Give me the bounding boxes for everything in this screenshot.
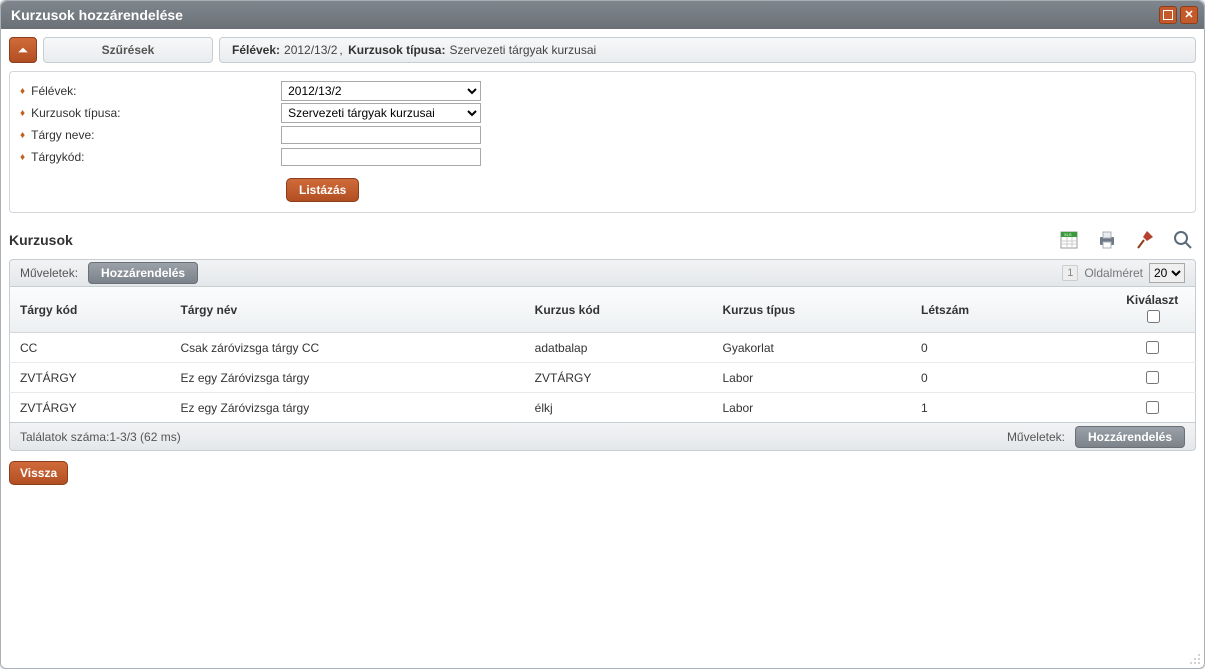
cell-course-type: Labor — [712, 393, 911, 423]
svg-text:XLS: XLS — [1064, 232, 1072, 237]
course-type-select[interactable]: Szervezeti tárgyak kurzusai — [281, 103, 481, 123]
print-icon[interactable] — [1094, 227, 1120, 253]
bullet-icon: ♦ — [20, 130, 25, 141]
cell-headcount: 0 — [911, 333, 1110, 363]
operations-label-bottom: Műveletek: — [1007, 430, 1065, 444]
cell-course-type: Labor — [712, 363, 911, 393]
courses-table: Tárgy kód Tárgy név Kurzus kód Kurzus tí… — [9, 287, 1196, 423]
bullet-icon: ♦ — [20, 86, 25, 97]
cell-subject-name: Ez egy Záróvizsga tárgy — [170, 393, 524, 423]
cell-subject-code: CC — [10, 333, 171, 363]
cell-subject-code: ZVTÁRGY — [10, 363, 171, 393]
subject-name-label: Tárgy neve: — [31, 128, 281, 142]
page-number: 1 — [1062, 265, 1078, 281]
results-count: Találatok száma:1-3/3 (62 ms) — [20, 430, 181, 444]
filters-panel: ♦ Félévek: 2012/13/2 ♦ Kurzusok típusa: … — [9, 71, 1196, 213]
page-size-select[interactable]: 20 — [1149, 263, 1185, 283]
list-button[interactable]: Listázás — [286, 178, 359, 202]
col-course-code: Kurzus kód — [525, 287, 713, 333]
bullet-icon: ♦ — [20, 152, 25, 163]
subject-code-input[interactable] — [281, 148, 481, 166]
export-xls-icon[interactable]: XLS — [1056, 227, 1082, 253]
semester-select[interactable]: 2012/13/2 — [281, 81, 481, 101]
search-icon[interactable] — [1170, 227, 1196, 253]
table-row: ZVTÁRGYEz egy Záróvizsga tárgyélkjLabor1 — [10, 393, 1196, 423]
operations-label: Műveletek: — [20, 266, 78, 280]
select-all-checkbox[interactable] — [1147, 310, 1160, 323]
col-subject-code: Tárgy kód — [10, 287, 171, 333]
summary-coursetype-label: Kurzusok típusa: — [348, 43, 445, 57]
back-button[interactable]: Vissza — [9, 461, 68, 485]
page-size-label: Oldalméret — [1084, 266, 1143, 280]
assign-button-bottom[interactable]: Hozzárendelés — [1075, 426, 1185, 448]
cell-course-code: élkj — [525, 393, 713, 423]
collapse-filters-button[interactable] — [9, 37, 37, 63]
row-select-checkbox[interactable] — [1146, 401, 1159, 414]
col-course-type: Kurzus típus — [712, 287, 911, 333]
col-headcount: Létszám — [911, 287, 1110, 333]
bullet-icon: ♦ — [20, 108, 25, 119]
cell-course-type: Gyakorlat — [712, 333, 911, 363]
cell-subject-name: Csak záróvizsga tárgy CC — [170, 333, 524, 363]
col-subject-name: Tárgy név — [170, 287, 524, 333]
window-titlebar: Kurzusok hozzárendelése — [1, 1, 1204, 29]
cell-course-code: adatbalap — [525, 333, 713, 363]
summary-coursetype-value: Szervezeti tárgyak kurzusai — [449, 43, 596, 57]
subject-name-input[interactable] — [281, 126, 481, 144]
resize-grip-icon[interactable] — [1186, 650, 1200, 664]
assign-button-top[interactable]: Hozzárendelés — [88, 262, 198, 284]
course-type-label: Kurzusok típusa: — [31, 106, 281, 120]
section-title: Kurzusok — [9, 232, 73, 248]
pin-icon[interactable] — [1132, 227, 1158, 253]
summary-semester-value: 2012/13/2 — [284, 43, 337, 57]
table-header-row: Tárgy kód Tárgy név Kurzus kód Kurzus tí… — [10, 287, 1196, 333]
filters-heading: Szűrések — [43, 37, 213, 63]
cell-headcount: 0 — [911, 363, 1110, 393]
cell-subject-code: ZVTÁRGY — [10, 393, 171, 423]
subject-code-label: Tárgykód: — [31, 150, 281, 164]
row-select-checkbox[interactable] — [1146, 341, 1159, 354]
col-select: Kiválaszt — [1110, 287, 1196, 333]
row-select-checkbox[interactable] — [1146, 371, 1159, 384]
cell-subject-name: Ez egy Záróvizsga tárgy — [170, 363, 524, 393]
window-title: Kurzusok hozzárendelése — [11, 7, 183, 23]
cell-headcount: 1 — [911, 393, 1110, 423]
semester-label: Félévek: — [31, 84, 281, 98]
filters-summary: Félévek: 2012/13/2 , Kurzusok típusa: Sz… — [219, 37, 1196, 63]
summary-semester-label: Félévek: — [232, 43, 280, 57]
close-icon[interactable] — [1180, 6, 1198, 24]
maximize-icon[interactable] — [1159, 6, 1177, 24]
table-row: ZVTÁRGYEz egy Záróvizsga tárgyZVTÁRGYLab… — [10, 363, 1196, 393]
cell-course-code: ZVTÁRGY — [525, 363, 713, 393]
table-row: CCCsak záróvizsga tárgy CCadatbalapGyako… — [10, 333, 1196, 363]
